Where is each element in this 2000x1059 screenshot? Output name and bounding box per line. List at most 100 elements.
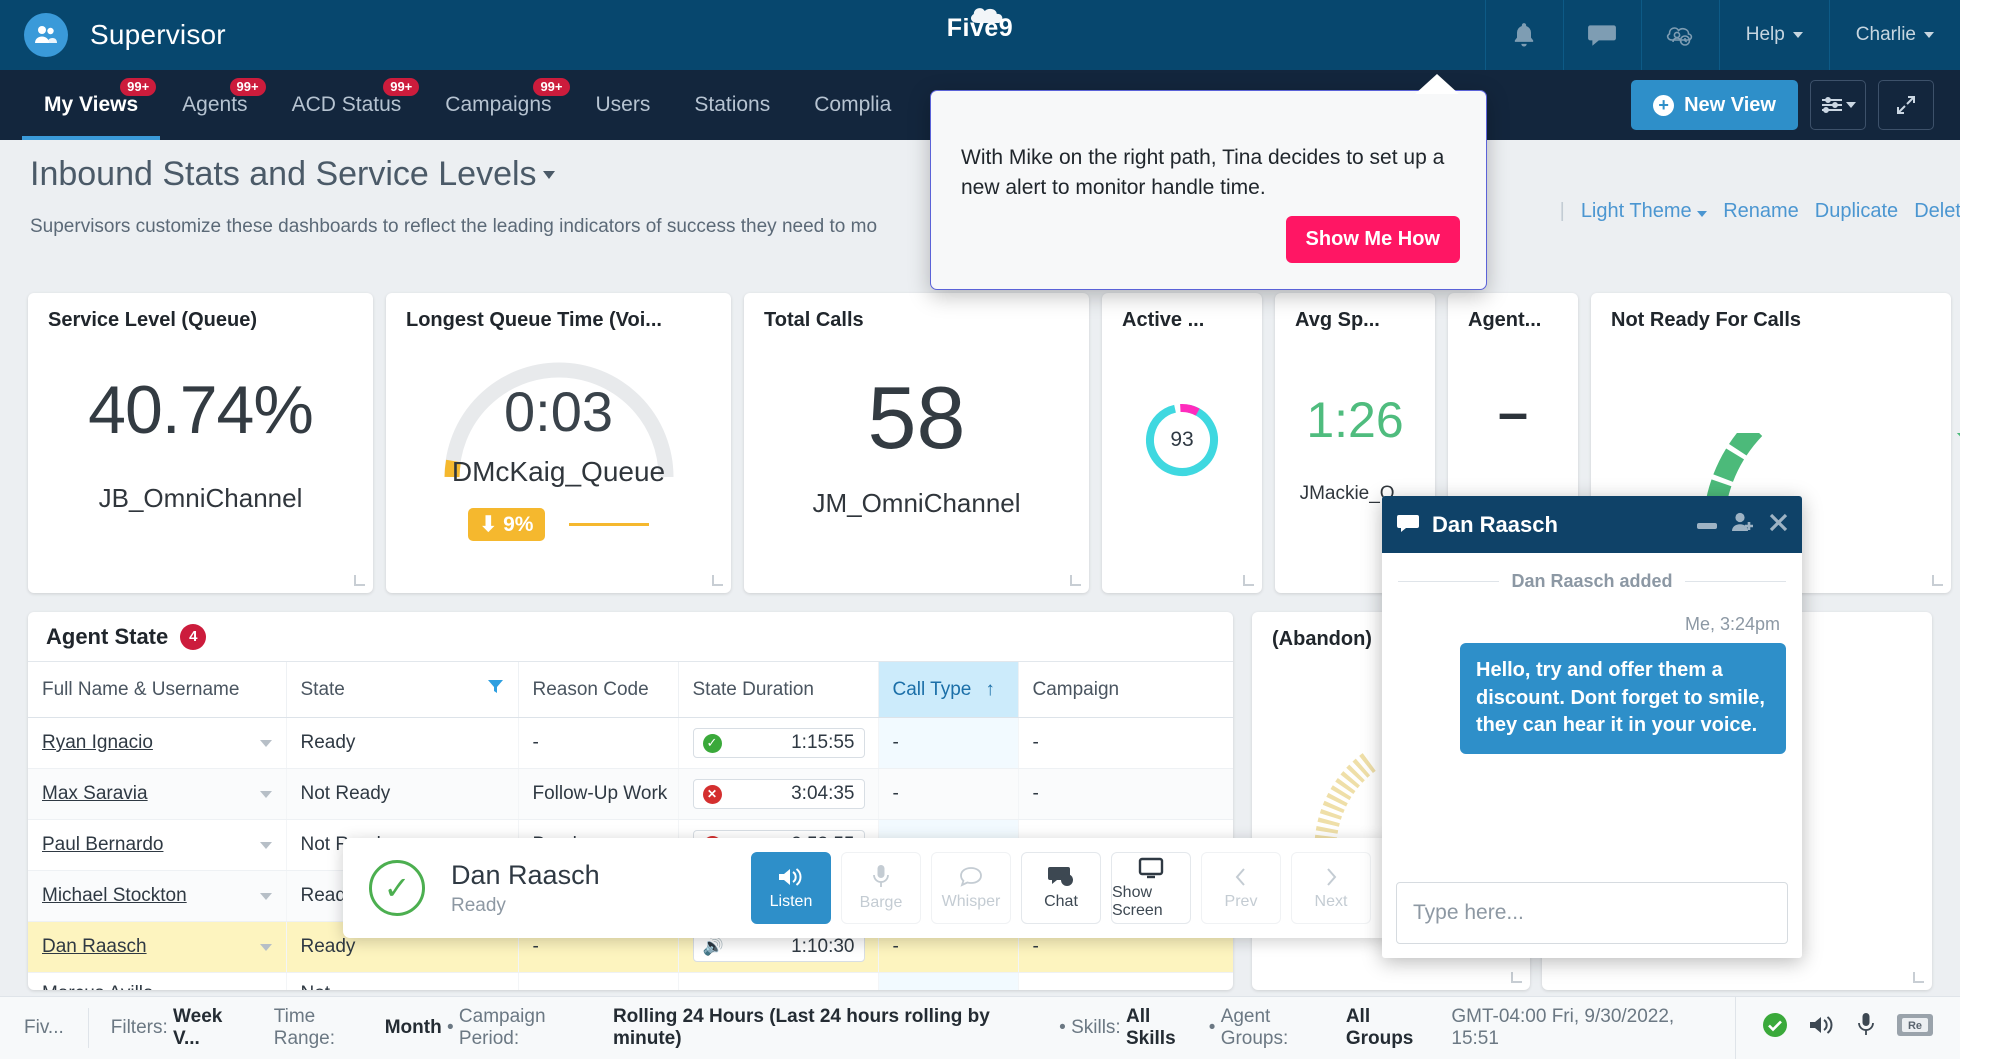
kpi-value: 40.74% <box>88 372 314 448</box>
kpi-value: 1:26 <box>1306 392 1404 448</box>
agent-name[interactable]: Michael Stockton <box>42 885 187 907</box>
chevron-down-icon <box>542 170 555 179</box>
new-view-button[interactable]: + New View <box>1631 80 1798 130</box>
page-title[interactable]: Inbound Stats and Service Levels <box>30 155 555 194</box>
expand-button[interactable] <box>1878 80 1934 130</box>
chevron-down-icon <box>1845 102 1856 108</box>
recording-icon[interactable]: Re <box>1896 1011 1934 1045</box>
agent-name[interactable]: Max Saravia <box>42 783 148 805</box>
agent-clock-icon[interactable] <box>1640 0 1719 70</box>
bell-icon[interactable] <box>1484 0 1563 70</box>
filters-value[interactable]: Week V... <box>173 1006 253 1050</box>
footer-brand: Fiv... <box>24 1017 64 1038</box>
show-screen-button[interactable]: Show Screen <box>1111 852 1191 924</box>
agent-name[interactable]: Paul Bernardo <box>42 834 163 856</box>
nav-item-my-views[interactable]: My Views 99+ <box>22 70 160 140</box>
chat-message-meta: Me, 3:24pm <box>1684 614 1780 634</box>
time-range-value[interactable]: Month <box>385 1017 442 1039</box>
nav-item-stations[interactable]: Stations <box>672 70 792 140</box>
chevron-down-icon[interactable] <box>259 892 272 900</box>
col-full-name[interactable]: Full Name & Username <box>28 662 287 718</box>
nav-item-campaigns[interactable]: Campaigns 99+ <box>423 70 573 140</box>
status-ok-icon[interactable] <box>1762 1012 1788 1044</box>
listen-button[interactable]: Listen <box>751 852 831 924</box>
resize-handle[interactable] <box>1243 575 1254 586</box>
resize-handle[interactable] <box>1932 575 1943 586</box>
next-label: Next <box>1314 893 1348 910</box>
duplicate-link[interactable]: Duplicate <box>1815 200 1898 223</box>
nav-item-users[interactable]: Users <box>574 70 673 140</box>
resize-handle[interactable] <box>1070 575 1081 586</box>
col-campaign[interactable]: Campaign <box>1018 662 1233 718</box>
card-title: Total Calls <box>764 309 864 331</box>
col-state[interactable]: State <box>286 662 519 718</box>
chat-title: Dan Raasch <box>1432 511 1558 537</box>
kpi-card-active[interactable]: Active ... 93 <box>1102 293 1262 593</box>
agent-name[interactable]: Ryan Ignacio <box>42 732 153 754</box>
kpi-card-longest-queue-time[interactable]: Longest Queue Time (Voi... 0:03 DMcKaig_… <box>386 293 731 593</box>
campaign-period-value[interactable]: Rolling 24 Hours (Last 24 hours rolling … <box>613 1006 1054 1050</box>
chevron-down-icon[interactable] <box>259 841 272 849</box>
speaker-icon[interactable] <box>1808 1013 1836 1043</box>
chat-input[interactable]: Type here... <box>1396 882 1788 944</box>
cell-reason <box>518 972 679 990</box>
chat-button[interactable]: Chat <box>1021 852 1101 924</box>
agent-name[interactable]: Dan Raasch <box>42 936 147 958</box>
chat-input-placeholder: Type here... <box>1413 901 1524 924</box>
col-reason-code[interactable]: Reason Code <box>518 662 679 718</box>
close-icon[interactable] <box>1769 513 1788 537</box>
table-row[interactable]: Max Saravia Not Ready Follow-Up Work ✕ 3:… <box>28 768 1233 820</box>
nav-label: Complia <box>814 93 892 116</box>
card-title: Longest Queue Time (Voi... <box>406 309 662 331</box>
user-menu[interactable]: Charlie <box>1828 0 1960 70</box>
kpi-card-service-level[interactable]: Service Level (Queue) 40.74% JB_OmniChan… <box>28 293 373 593</box>
resize-handle[interactable] <box>1511 972 1522 983</box>
action-bar-agent-state: Ready <box>451 894 506 916</box>
popover-arrow <box>1415 74 1459 94</box>
sparkline <box>569 523 650 526</box>
chat-icon[interactable] <box>1562 0 1641 70</box>
minimize-icon[interactable] <box>1697 516 1717 534</box>
filter-icon[interactable] <box>487 678 504 701</box>
table-row[interactable]: Marcus Avilla Not <box>28 972 1233 990</box>
next-button[interactable]: Next <box>1291 852 1371 924</box>
whisper-icon <box>960 867 982 887</box>
mic-icon[interactable] <box>1856 1012 1876 1044</box>
agent-groups-value[interactable]: All Groups <box>1346 1006 1441 1050</box>
chat-window-header[interactable]: Dan Raasch <box>1382 496 1802 553</box>
rename-link[interactable]: Rename <box>1723 200 1799 223</box>
agent-name[interactable]: Marcus Avilla <box>42 983 154 990</box>
theme-selector[interactable]: Light Theme <box>1581 200 1708 223</box>
card-title: (Abandon) <box>1272 628 1372 650</box>
prev-label: Prev <box>1224 893 1258 910</box>
chat-window: Dan Raasch Dan Raasch added Me, 3:24pm H… <box>1382 496 1802 958</box>
resize-handle[interactable] <box>712 575 723 586</box>
listen-label: Listen <box>769 893 813 910</box>
show-me-how-button[interactable]: Show Me How <box>1285 216 1460 263</box>
cell-call-type: - <box>878 768 1019 820</box>
add-person-icon[interactable] <box>1731 511 1755 538</box>
nav-badge: 99+ <box>229 78 266 96</box>
skills-value[interactable]: All Skills <box>1126 1006 1203 1050</box>
agent-state-header: Agent State 4 <box>28 612 1233 662</box>
help-label: Help <box>1745 24 1785 45</box>
nav-item-acd-status[interactable]: ACD Status 99+ <box>270 70 424 140</box>
chat-icon <box>1397 515 1419 532</box>
nav-item-compliance[interactable]: Complia <box>792 70 913 140</box>
nav-item-agents[interactable]: Agents 99+ <box>160 70 269 140</box>
dashboard-settings-button[interactable] <box>1810 80 1866 130</box>
chevron-down-icon[interactable] <box>259 943 272 951</box>
chevron-down-icon[interactable] <box>259 739 272 747</box>
resize-handle[interactable] <box>354 575 365 586</box>
table-row[interactable]: Ryan Ignacio Ready - ✓ 1:15:55 - - <box>28 717 1233 769</box>
barge-button[interactable]: Barge <box>841 852 921 924</box>
col-state-duration[interactable]: State Duration <box>678 662 879 718</box>
col-call-type[interactable]: Call Type ↑ <box>878 662 1019 718</box>
help-menu[interactable]: Help <box>1718 0 1829 70</box>
agent-groups-label: Agent Groups: <box>1220 1006 1289 1049</box>
whisper-button[interactable]: Whisper <box>931 852 1011 924</box>
chevron-down-icon[interactable] <box>259 790 272 798</box>
kpi-card-total-calls[interactable]: Total Calls 58 JM_OmniChannel <box>744 293 1089 593</box>
resize-handle[interactable] <box>1913 972 1924 983</box>
prev-button[interactable]: Prev <box>1201 852 1281 924</box>
